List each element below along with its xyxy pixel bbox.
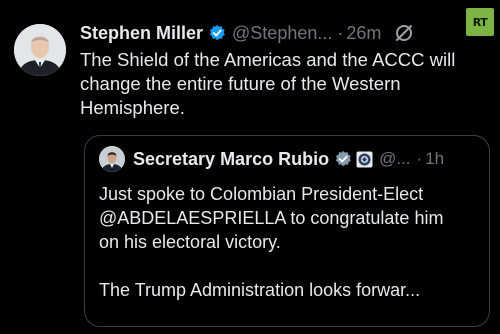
seal-badge-icon: [356, 151, 373, 168]
post-text-line: change the entire future of the Western: [80, 73, 401, 94]
government-badge-icon: [334, 150, 352, 168]
quoted-text-line: The Trump Administration looks forwar...: [99, 280, 421, 300]
quoted-post-text: Just spoke to Colombian President-Elect …: [99, 182, 479, 302]
quoted-post[interactable]: Secretary Marco Rubio @... · 1h Just spo…: [84, 135, 490, 327]
meta-separator: ·: [337, 22, 344, 43]
quoted-text-line: Just spoke to Colombian President-Elect: [99, 184, 424, 204]
post-text-line: The Shield of the Americas and the ACCC …: [80, 49, 456, 70]
author-name[interactable]: Stephen Miller: [80, 23, 203, 44]
quoted-author-name[interactable]: Secretary Marco Rubio: [133, 149, 329, 170]
tweet[interactable]: Stephen Miller @Stephen... · 26m RT The …: [0, 0, 500, 334]
quoted-post-header: Secretary Marco Rubio @... · 1h: [99, 146, 444, 172]
quoted-author-avatar[interactable]: [99, 146, 125, 172]
verified-badge-icon: [208, 24, 226, 42]
quoted-post-timestamp[interactable]: 1h: [425, 149, 444, 169]
post-text: The Shield of the Americas and the ACCC …: [80, 48, 490, 120]
post-header: Stephen Miller @Stephen... · 26m: [80, 16, 415, 50]
quoted-author-handle[interactable]: @...: [379, 149, 410, 169]
rt-watermark-text: RT: [472, 15, 488, 29]
quoted-meta-separator: ·: [416, 149, 423, 168]
rt-watermark-logo: RT: [466, 8, 494, 36]
quoted-text-line: on his electoral victory.: [99, 232, 281, 252]
quoted-text-line: @ABDELAESPRIELLA to congratulate him: [99, 208, 444, 228]
author-avatar-image: [14, 24, 66, 76]
post-text-line: Hemisphere.: [80, 97, 185, 118]
author-handle[interactable]: @Stephen...: [232, 23, 332, 44]
post-timestamp[interactable]: 26m: [346, 23, 381, 44]
grok-icon[interactable]: [393, 22, 415, 44]
quoted-author-avatar-image: [99, 146, 125, 172]
author-avatar[interactable]: [14, 24, 66, 76]
